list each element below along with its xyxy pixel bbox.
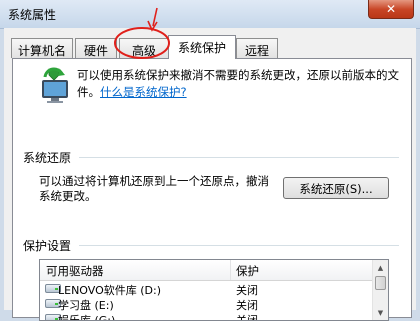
tab-remote[interactable]: 远程 [236, 38, 278, 58]
close-button[interactable]: ✕ [368, 0, 414, 19]
scrollbar-thumb[interactable] [375, 276, 386, 290]
tab-label: 硬件 [83, 44, 108, 58]
drive-protection-list[interactable]: 可用驱动器 保护 LENOVO软件库 (D:) 关闭 学习盘 (E:) 关闭 娱… [39, 259, 389, 321]
tab-panel-system-protection: 可以使用系统保护来撤消不需要的系统更改，还原以前版本的文件。什么是系统保护? 系… [12, 58, 412, 321]
tab-label: 高级 [131, 44, 156, 58]
protection-settings-heading: 保护设置 [23, 239, 72, 253]
tab-hardware[interactable]: 硬件 [75, 38, 117, 58]
dialog-client-area: 计算机名 硬件 高级 系统保护 远程 可以使用系统保护来撤消不需要的系统更改，还… [4, 28, 416, 321]
intro-description: 可以使用系统保护来撤消不需要的系统更改，还原以前版本的文件。什么是系统保护? [77, 67, 407, 101]
tab-label: 系统保护 [177, 41, 226, 55]
system-restore-button[interactable]: 系统还原(S)... [283, 177, 389, 199]
table-row[interactable]: 学习盘 (E:) 关闭 [40, 296, 374, 312]
table-row[interactable]: 娱乐库 (G:) 关闭 [40, 311, 374, 321]
tab-computer-name[interactable]: 计算机名 [11, 38, 73, 58]
table-row[interactable]: LENOVO软件库 (D:) 关闭 [40, 281, 374, 297]
list-header: 可用驱动器 保护 [40, 260, 374, 281]
drive-name: 娱乐库 (G:) [58, 314, 116, 321]
tab-label: 远程 [244, 44, 269, 58]
system-restore-description: 可以通过将计算机还原到上一个还原点，撤消系统更改。 [39, 174, 269, 203]
tab-advanced[interactable]: 高级 [119, 38, 169, 58]
tab-label: 计算机名 [17, 44, 66, 58]
section-divider [79, 157, 399, 158]
title-bar: 系统属性 ✕ [0, 0, 420, 29]
window-title: 系统属性 [8, 8, 57, 22]
section-divider [79, 245, 399, 246]
close-icon: ✕ [385, 1, 397, 16]
system-restore-heading: 系统还原 [23, 151, 72, 165]
vertical-scrollbar[interactable]: ▲ ▼ [372, 260, 388, 320]
scroll-down-icon[interactable]: ▼ [373, 305, 388, 320]
protection-state: 关闭 [236, 314, 258, 321]
shield-restore-icon [42, 67, 68, 103]
column-divider [230, 260, 231, 280]
tab-system-protection[interactable]: 系统保护 [168, 35, 236, 59]
what-is-system-protection-link[interactable]: 什么是系统保护? [100, 85, 187, 99]
column-header-drives[interactable]: 可用驱动器 [46, 263, 104, 279]
column-header-protection[interactable]: 保护 [236, 263, 259, 279]
scroll-up-icon[interactable]: ▲ [373, 260, 388, 275]
